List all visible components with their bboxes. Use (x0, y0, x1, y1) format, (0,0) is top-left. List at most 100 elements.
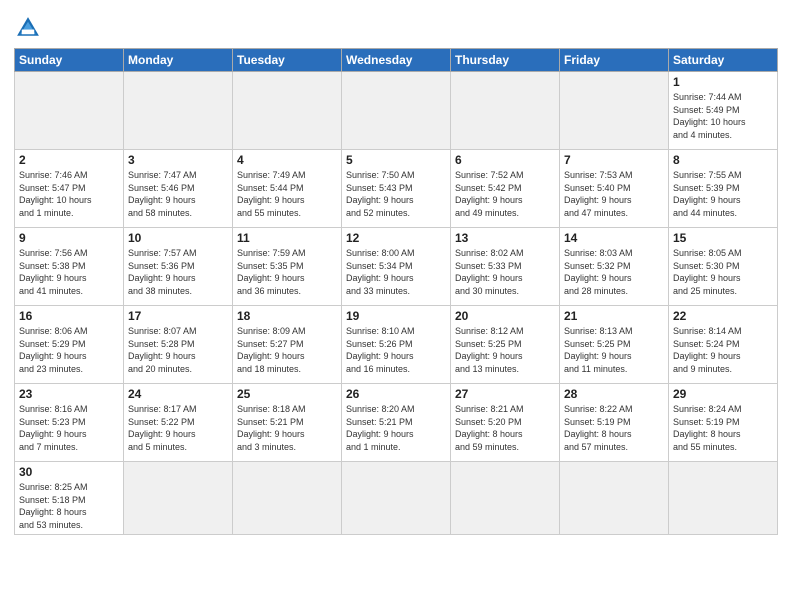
calendar-cell: 5 Sunrise: 7:50 AM Sunset: 5:43 PM Daylig… (342, 150, 451, 228)
calendar-cell: 12 Sunrise: 8:00 AM Sunset: 5:34 PM Dayli… (342, 228, 451, 306)
day-number: 19 (346, 309, 446, 323)
day-number: 12 (346, 231, 446, 245)
page: SundayMondayTuesdayWednesdayThursdayFrid… (0, 0, 792, 545)
day-info: Sunrise: 8:13 AM Sunset: 5:25 PM Dayligh… (564, 325, 664, 375)
calendar-cell: 15 Sunrise: 8:05 AM Sunset: 5:30 PM Dayli… (669, 228, 778, 306)
calendar-week-1: 1 Sunrise: 7:44 AM Sunset: 5:49 PM Daylig… (15, 72, 778, 150)
day-info: Sunrise: 8:05 AM Sunset: 5:30 PM Dayligh… (673, 247, 773, 297)
calendar-cell (451, 72, 560, 150)
calendar-cell (15, 72, 124, 150)
calendar-cell: 2 Sunrise: 7:46 AM Sunset: 5:47 PM Daylig… (15, 150, 124, 228)
calendar-cell (451, 462, 560, 535)
day-header-wednesday: Wednesday (342, 49, 451, 72)
calendar-cell: 11Sunrise: 7:59 AM Sunset: 5:35 PM Dayli… (233, 228, 342, 306)
day-info: Sunrise: 8:20 AM Sunset: 5:21 PM Dayligh… (346, 403, 446, 453)
calendar-cell: 22 Sunrise: 8:14 AM Sunset: 5:24 PM Dayli… (669, 306, 778, 384)
day-number: 5 (346, 153, 446, 167)
calendar-cell: 18 Sunrise: 8:09 AM Sunset: 5:27 PM Dayli… (233, 306, 342, 384)
day-number: 14 (564, 231, 664, 245)
day-number: 17 (128, 309, 228, 323)
calendar-cell: 25 Sunrise: 8:18 AM Sunset: 5:21 PM Dayli… (233, 384, 342, 462)
day-info: Sunrise: 8:09 AM Sunset: 5:27 PM Dayligh… (237, 325, 337, 375)
header (14, 10, 778, 42)
calendar-cell (233, 462, 342, 535)
day-number: 8 (673, 153, 773, 167)
day-info: Sunrise: 8:03 AM Sunset: 5:32 PM Dayligh… (564, 247, 664, 297)
calendar-cell: 26Sunrise: 8:20 AM Sunset: 5:21 PM Dayli… (342, 384, 451, 462)
day-number: 18 (237, 309, 337, 323)
day-info: Sunrise: 7:46 AM Sunset: 5:47 PM Dayligh… (19, 169, 119, 219)
calendar-cell: 14 Sunrise: 8:03 AM Sunset: 5:32 PM Dayli… (560, 228, 669, 306)
calendar-cell: 17 Sunrise: 8:07 AM Sunset: 5:28 PM Dayli… (124, 306, 233, 384)
day-number: 15 (673, 231, 773, 245)
calendar-table: SundayMondayTuesdayWednesdayThursdayFrid… (14, 48, 778, 535)
day-number: 6 (455, 153, 555, 167)
day-info: Sunrise: 8:25 AM Sunset: 5:18 PM Dayligh… (19, 481, 119, 531)
day-info: Sunrise: 8:14 AM Sunset: 5:24 PM Dayligh… (673, 325, 773, 375)
calendar-cell (124, 462, 233, 535)
day-info: Sunrise: 7:49 AM Sunset: 5:44 PM Dayligh… (237, 169, 337, 219)
calendar-cell: 21 Sunrise: 8:13 AM Sunset: 5:25 PM Dayli… (560, 306, 669, 384)
day-info: Sunrise: 8:02 AM Sunset: 5:33 PM Dayligh… (455, 247, 555, 297)
day-number: 9 (19, 231, 119, 245)
calendar-cell (342, 462, 451, 535)
calendar-cell (124, 72, 233, 150)
day-info: Sunrise: 8:12 AM Sunset: 5:25 PM Dayligh… (455, 325, 555, 375)
calendar-cell (233, 72, 342, 150)
logo (14, 14, 46, 42)
day-info: Sunrise: 8:24 AM Sunset: 5:19 PM Dayligh… (673, 403, 773, 453)
calendar-cell: 23Sunrise: 8:16 AM Sunset: 5:23 PM Dayli… (15, 384, 124, 462)
day-number: 24 (128, 387, 228, 401)
day-number: 13 (455, 231, 555, 245)
day-number: 3 (128, 153, 228, 167)
calendar-cell: 27Sunrise: 8:21 AM Sunset: 5:20 PM Dayli… (451, 384, 560, 462)
calendar-cell (560, 72, 669, 150)
calendar-cell: 4Sunrise: 7:49 AM Sunset: 5:44 PM Daylig… (233, 150, 342, 228)
day-number: 2 (19, 153, 119, 167)
day-number: 22 (673, 309, 773, 323)
calendar-cell: 9 Sunrise: 7:56 AM Sunset: 5:38 PM Daylig… (15, 228, 124, 306)
day-info: Sunrise: 8:18 AM Sunset: 5:21 PM Dayligh… (237, 403, 337, 453)
generalblue-logo-icon (14, 14, 42, 42)
day-info: Sunrise: 8:07 AM Sunset: 5:28 PM Dayligh… (128, 325, 228, 375)
calendar-cell (669, 462, 778, 535)
day-number: 1 (673, 75, 773, 89)
calendar-cell: 7 Sunrise: 7:53 AM Sunset: 5:40 PM Daylig… (560, 150, 669, 228)
day-info: Sunrise: 7:59 AM Sunset: 5:35 PM Dayligh… (237, 247, 337, 297)
calendar-cell: 24Sunrise: 8:17 AM Sunset: 5:22 PM Dayli… (124, 384, 233, 462)
day-number: 25 (237, 387, 337, 401)
day-number: 30 (19, 465, 119, 479)
day-info: Sunrise: 8:22 AM Sunset: 5:19 PM Dayligh… (564, 403, 664, 453)
day-number: 29 (673, 387, 773, 401)
day-info: Sunrise: 7:55 AM Sunset: 5:39 PM Dayligh… (673, 169, 773, 219)
day-header-friday: Friday (560, 49, 669, 72)
day-number: 28 (564, 387, 664, 401)
calendar-cell (560, 462, 669, 535)
calendar-cell: 28 Sunrise: 8:22 AM Sunset: 5:19 PM Dayli… (560, 384, 669, 462)
day-info: Sunrise: 7:50 AM Sunset: 5:43 PM Dayligh… (346, 169, 446, 219)
calendar-cell: 1 Sunrise: 7:44 AM Sunset: 5:49 PM Daylig… (669, 72, 778, 150)
calendar-cell: 6 Sunrise: 7:52 AM Sunset: 5:42 PM Daylig… (451, 150, 560, 228)
day-header-saturday: Saturday (669, 49, 778, 72)
day-info: Sunrise: 7:56 AM Sunset: 5:38 PM Dayligh… (19, 247, 119, 297)
calendar-week-4: 16Sunrise: 8:06 AM Sunset: 5:29 PM Dayli… (15, 306, 778, 384)
calendar-cell: 8 Sunrise: 7:55 AM Sunset: 5:39 PM Daylig… (669, 150, 778, 228)
calendar-cell (342, 72, 451, 150)
day-number: 20 (455, 309, 555, 323)
calendar-week-6: 30 Sunrise: 8:25 AM Sunset: 5:18 PM Dayli… (15, 462, 778, 535)
day-number: 7 (564, 153, 664, 167)
calendar-cell: 16Sunrise: 8:06 AM Sunset: 5:29 PM Dayli… (15, 306, 124, 384)
day-info: Sunrise: 7:53 AM Sunset: 5:40 PM Dayligh… (564, 169, 664, 219)
day-number: 21 (564, 309, 664, 323)
day-header-sunday: Sunday (15, 49, 124, 72)
day-header-monday: Monday (124, 49, 233, 72)
day-info: Sunrise: 7:52 AM Sunset: 5:42 PM Dayligh… (455, 169, 555, 219)
calendar-week-3: 9 Sunrise: 7:56 AM Sunset: 5:38 PM Daylig… (15, 228, 778, 306)
day-info: Sunrise: 8:00 AM Sunset: 5:34 PM Dayligh… (346, 247, 446, 297)
calendar-cell: 19Sunrise: 8:10 AM Sunset: 5:26 PM Dayli… (342, 306, 451, 384)
day-info: Sunrise: 7:47 AM Sunset: 5:46 PM Dayligh… (128, 169, 228, 219)
day-info: Sunrise: 7:44 AM Sunset: 5:49 PM Dayligh… (673, 91, 773, 141)
day-number: 16 (19, 309, 119, 323)
header-row: SundayMondayTuesdayWednesdayThursdayFrid… (15, 49, 778, 72)
day-info: Sunrise: 7:57 AM Sunset: 5:36 PM Dayligh… (128, 247, 228, 297)
